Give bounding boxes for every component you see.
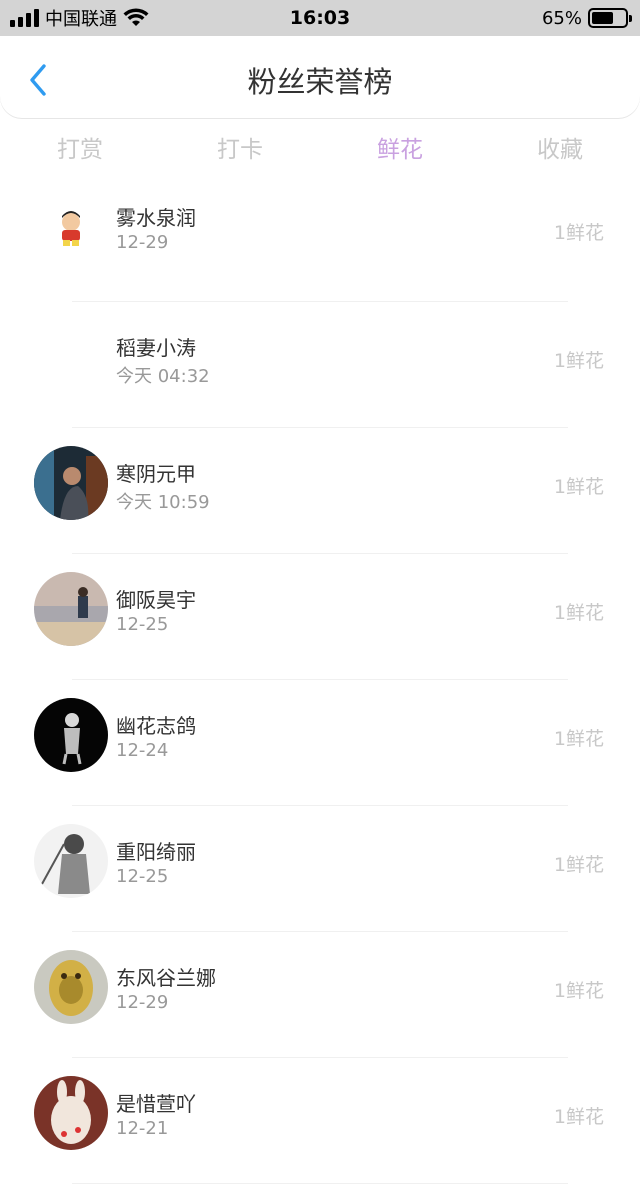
fan-name: 东风谷兰娜 — [116, 966, 216, 990]
battery-icon — [588, 8, 632, 28]
fan-date: 12-25 — [116, 866, 169, 887]
list-item[interactable]: 御阪昊宇 12-25 1鲜花 — [0, 554, 640, 680]
fan-date: 12-25 — [116, 614, 169, 635]
fan-name: 稻妻小涛 — [116, 336, 196, 360]
flower-count: 1鲜花 — [553, 222, 604, 244]
nav-bar: 粉丝荣誉榜 — [0, 36, 640, 118]
fan-date: 今天 10:59 — [116, 492, 210, 513]
list-item[interactable]: 寒阴元甲 今天 10:59 1鲜花 — [0, 428, 640, 554]
list-item[interactable]: 稻妻小涛 今天 04:32 1鲜花 — [0, 302, 640, 428]
fan-date: 12-21 — [116, 1118, 169, 1139]
fan-date: 12-29 — [116, 992, 169, 1013]
avatar — [34, 698, 108, 772]
flower-count: 1鲜花 — [553, 728, 604, 750]
flower-count: 1鲜花 — [553, 1106, 604, 1128]
avatar — [34, 824, 108, 898]
avatar — [34, 446, 108, 520]
fan-date: 12-29 — [116, 232, 169, 253]
fan-name: 是惜萱吖 — [116, 1092, 196, 1116]
status-right: 65% — [541, 0, 632, 36]
flower-count: 1鲜花 — [553, 602, 604, 624]
battery-fill — [592, 12, 613, 24]
fan-name: 御阪昊宇 — [116, 588, 196, 612]
list-item[interactable]: 东风谷兰娜 12-29 1鲜花 — [0, 932, 640, 1058]
fan-name: 重阳绮丽 — [116, 840, 196, 864]
page-title: 粉丝荣誉榜 — [247, 65, 393, 99]
flower-count: 1鲜花 — [553, 476, 604, 498]
flower-count: 1鲜花 — [553, 854, 604, 876]
flower-count: 1鲜花 — [553, 350, 604, 372]
fan-list: 雾水泉润 12-29 1鲜花 稻妻小涛 今天 04:32 1鲜花 寒阴元甲 今天… — [0, 180, 640, 1184]
list-item[interactable]: 是惜萱吖 12-21 1鲜花 — [0, 1058, 640, 1184]
tab-reward[interactable]: 打赏 — [0, 128, 160, 174]
avatar — [34, 572, 108, 646]
tab-flowers[interactable]: 鲜花 — [320, 128, 480, 174]
tab-checkin[interactable]: 打卡 — [160, 128, 320, 174]
list-item[interactable]: 幽花志鸽 12-24 1鲜花 — [0, 680, 640, 806]
fan-name: 寒阴元甲 — [116, 462, 196, 486]
status-bar: 中国联通 16:03 65% — [0, 0, 640, 36]
tab-bar: 打赏 打卡 鲜花 收藏 — [0, 128, 640, 174]
fan-date: 今天 04:32 — [116, 366, 210, 387]
avatar — [34, 194, 108, 268]
fan-date: 12-24 — [116, 740, 169, 761]
list-item[interactable]: 雾水泉润 12-29 1鲜花 — [0, 180, 640, 302]
list-item[interactable]: 重阳绮丽 12-25 1鲜花 — [0, 806, 640, 932]
battery-percent: 65% — [541, 7, 582, 29]
tab-favorites[interactable]: 收藏 — [480, 128, 640, 174]
avatar — [34, 950, 108, 1024]
fan-name: 幽花志鸽 — [116, 714, 196, 738]
flower-count: 1鲜花 — [553, 980, 604, 1002]
fan-name: 雾水泉润 — [116, 206, 196, 230]
